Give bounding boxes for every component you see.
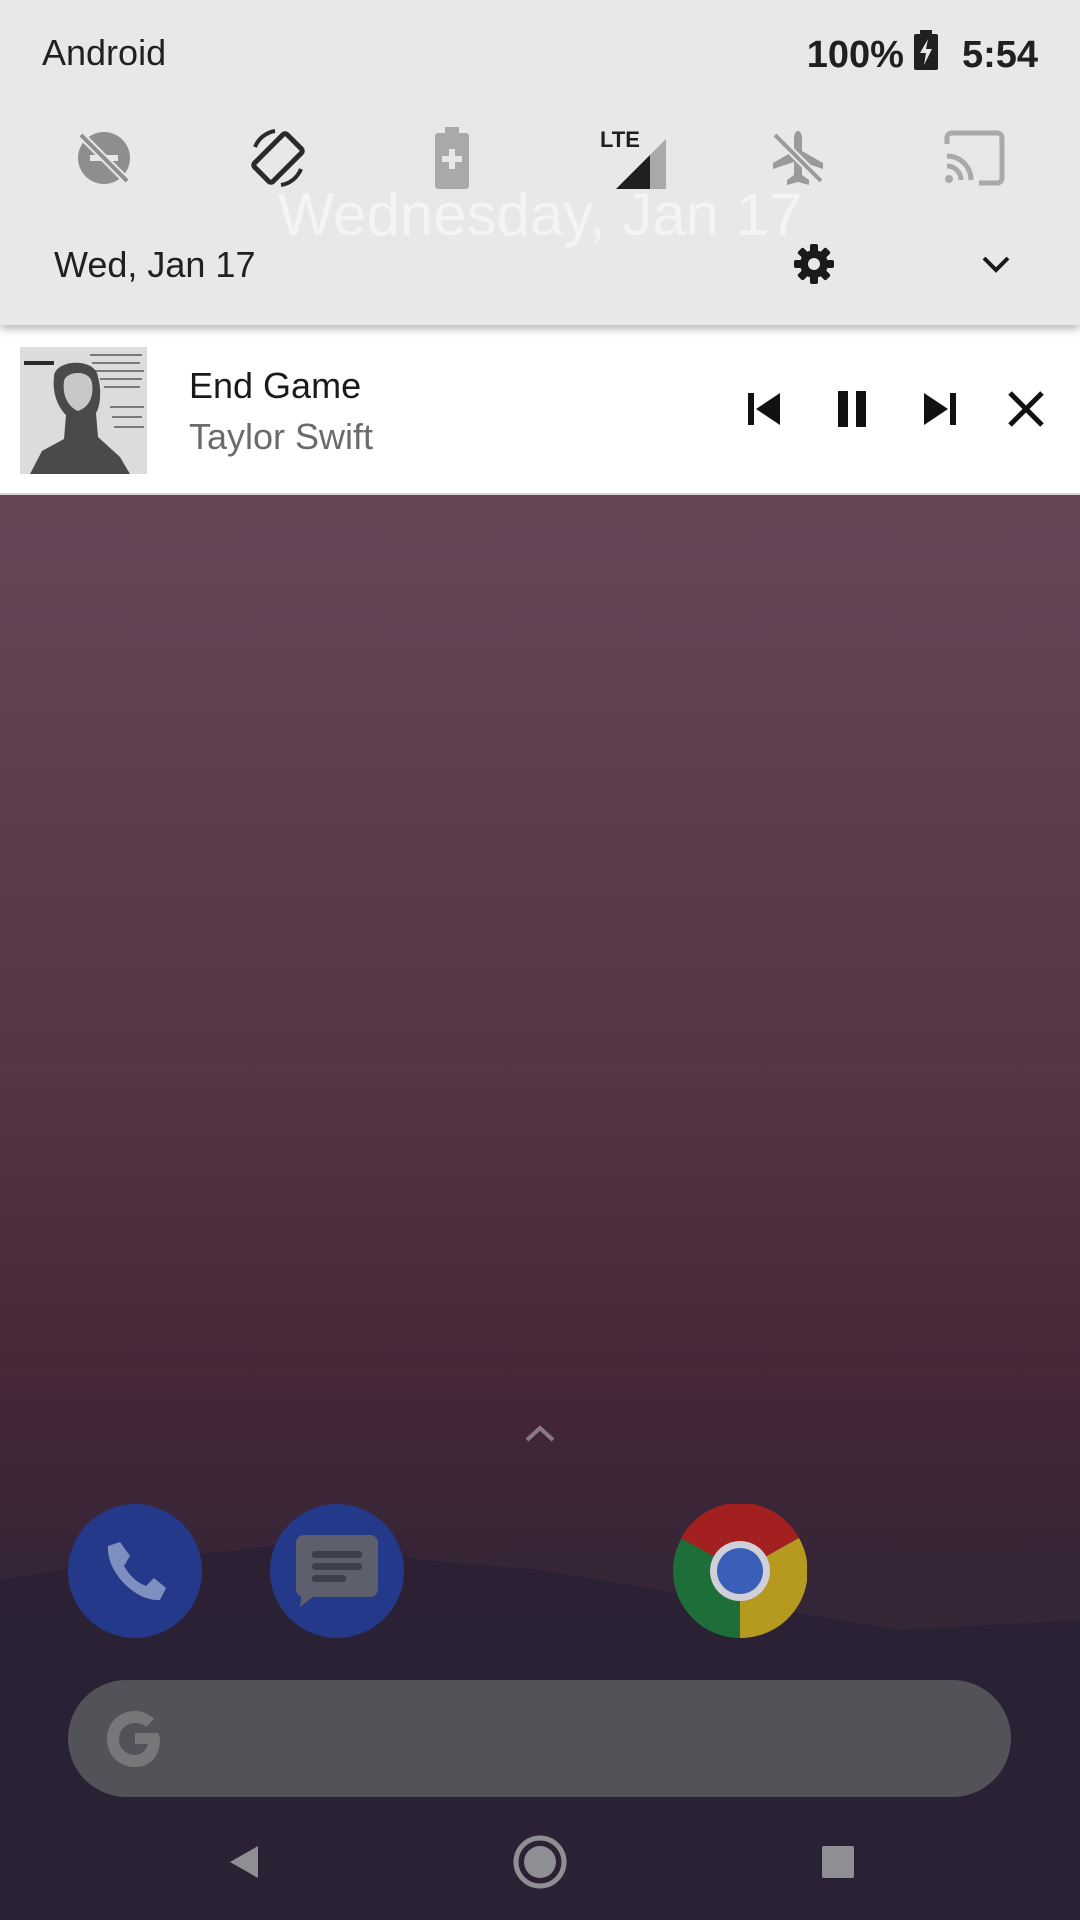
battery-charging-icon — [913, 30, 938, 80]
phone-icon — [107, 1542, 166, 1601]
status-bar: Android 100% 5:54 — [0, 0, 1080, 108]
chevron-up-icon — [525, 1425, 555, 1442]
chrome-app[interactable] — [673, 1504, 807, 1638]
skip-next-button[interactable] — [910, 379, 970, 439]
app-drawer-handle[interactable] — [510, 1414, 570, 1454]
lte-label: LTE — [600, 127, 640, 152]
skip-previous-icon — [748, 393, 780, 425]
date-row: Wed, Jan 17 — [0, 230, 1080, 300]
navigation-bar — [0, 1800, 1080, 1920]
track-title: End Game — [189, 365, 362, 406]
home-icon — [513, 1835, 567, 1889]
cast-icon — [944, 130, 1005, 186]
gear-icon — [794, 244, 834, 284]
media-notification[interactable]: End Game Taylor Swift — [0, 325, 1080, 495]
pause-icon — [838, 391, 866, 427]
album-cover-image — [20, 347, 147, 474]
skip-next-icon — [924, 393, 956, 425]
phone-app[interactable] — [68, 1504, 202, 1638]
pause-button[interactable] — [822, 379, 882, 439]
chevron-down-icon — [982, 256, 1010, 273]
google-search-bar[interactable] — [68, 1680, 1011, 1797]
close-icon — [1008, 391, 1044, 427]
status-indicators: 100% 5:54 — [807, 30, 1038, 80]
chrome-icon — [673, 1504, 807, 1638]
home-button[interactable] — [508, 1830, 572, 1894]
close-button[interactable] — [996, 379, 1056, 439]
messages-app[interactable] — [270, 1504, 404, 1638]
expand-button[interactable] — [968, 236, 1024, 292]
notification-shade: Android 100% 5:54 LTE Wednesday, Jan 17 … — [0, 0, 1080, 325]
clock: 5:54 — [961, 33, 1038, 76]
settings-button[interactable] — [786, 236, 842, 292]
recents-button[interactable] — [806, 1830, 870, 1894]
battery-percent: 100% — [806, 33, 904, 76]
album-art — [20, 347, 147, 474]
track-artist: Taylor Swift — [189, 416, 374, 457]
back-button[interactable] — [212, 1830, 276, 1894]
carrier-name: Android — [42, 32, 167, 73]
back-icon — [230, 1846, 258, 1878]
google-g-icon — [102, 1706, 168, 1772]
message-icon — [296, 1535, 378, 1607]
skip-previous-button[interactable] — [734, 379, 794, 439]
recents-icon — [822, 1846, 854, 1878]
date-label: Wed, Jan 17 — [54, 244, 256, 285]
